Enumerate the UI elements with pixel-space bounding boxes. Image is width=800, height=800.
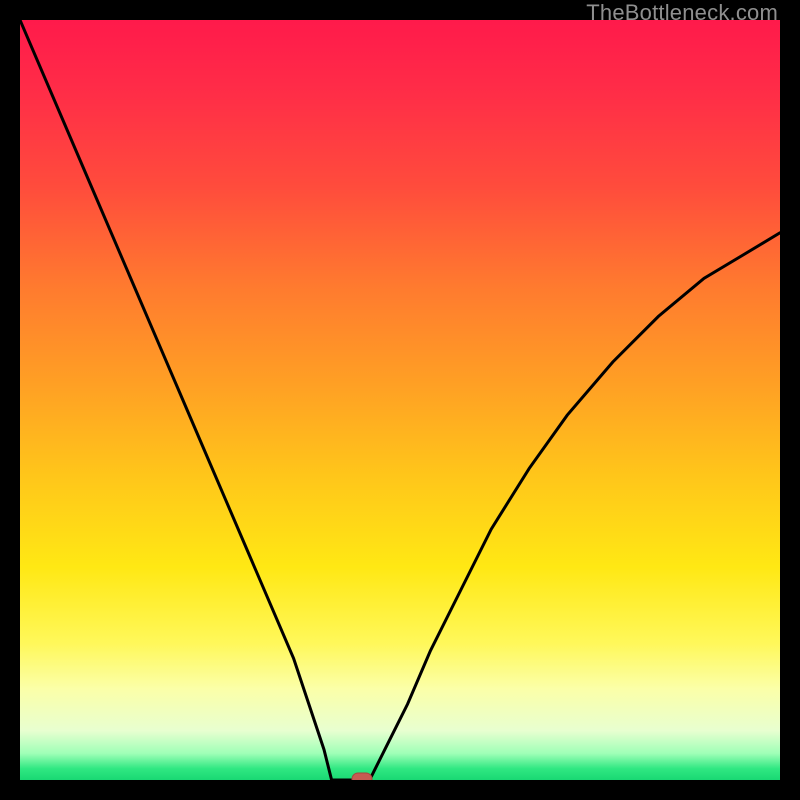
watermark-text: TheBottleneck.com xyxy=(586,0,778,26)
gradient-rect xyxy=(20,20,780,780)
chart-frame xyxy=(20,20,780,780)
optimal-marker xyxy=(352,773,372,780)
bottleneck-chart xyxy=(20,20,780,780)
